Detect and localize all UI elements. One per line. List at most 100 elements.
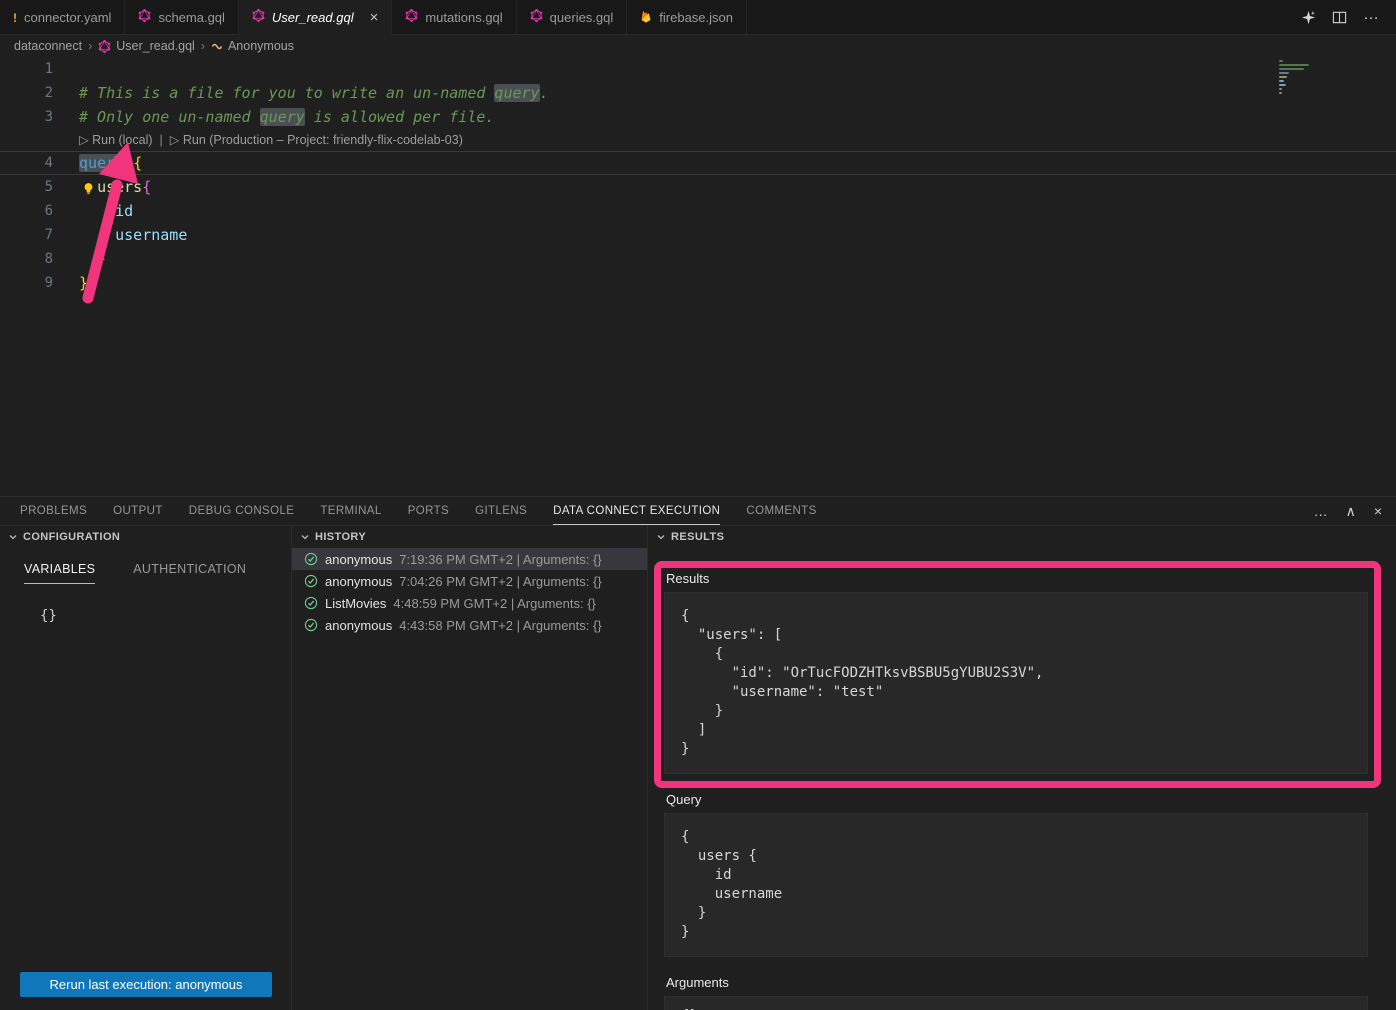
code-token — [124, 154, 133, 172]
code-token: query — [494, 84, 539, 102]
arguments-label: Arguments — [666, 975, 1396, 990]
line-content: # Only one un-named query is allowed per… — [79, 105, 494, 129]
panel-tab-terminal[interactable]: TERMINAL — [320, 497, 381, 525]
tab-label: schema.gql — [158, 10, 224, 25]
split-editor-icon[interactable] — [1332, 10, 1347, 25]
tab-queries-gql[interactable]: queries.gql — [517, 0, 628, 34]
tab-firebase-json[interactable]: firebase.json — [627, 0, 747, 34]
history-item-name: ListMovies — [325, 596, 386, 611]
codelens-run-local[interactable]: ▷ Run (local) — [79, 133, 153, 147]
rerun-button[interactable]: Rerun last execution: anonymous — [20, 972, 272, 997]
graphql-icon — [138, 9, 151, 25]
code-token: # Only one un-named — [79, 108, 260, 126]
lightbulb-icon[interactable] — [82, 179, 96, 193]
arguments-code-block[interactable]: {} — [664, 996, 1368, 1010]
results-title: RESULTS — [671, 531, 724, 543]
history-item-name: anonymous — [325, 574, 392, 589]
panel-tab-gitlens[interactable]: GITLENS — [475, 497, 527, 525]
panel-body: CONFIGURATION VARIABLES AUTHENTICATION {… — [0, 526, 1396, 1010]
variables-value[interactable]: {} — [40, 608, 291, 624]
panel-tab-comments[interactable]: COMMENTS — [746, 497, 816, 525]
configuration-section: CONFIGURATION VARIABLES AUTHENTICATION {… — [0, 526, 292, 1010]
history-item-meta: 4:43:58 PM GMT+2 | Arguments: {} — [399, 618, 601, 633]
minimap[interactable] — [1279, 60, 1317, 120]
breadcrumb-item-user-read-gql[interactable]: User_read.gql — [116, 39, 195, 53]
graphql-icon — [405, 9, 418, 25]
code-token — [79, 226, 115, 244]
history-item[interactable]: ListMovies 4:48:59 PM GMT+2 | Arguments: … — [292, 592, 647, 614]
panel-tab-debug-console[interactable]: DEBUG CONSOLE — [189, 497, 295, 525]
panel-tab-data-connect-execution[interactable]: DATA CONNECT EXECUTION — [553, 497, 720, 525]
more-actions-icon[interactable]: … — [1314, 503, 1328, 519]
copilot-sparkle-icon[interactable] — [1301, 10, 1316, 25]
line-content: query { — [79, 152, 142, 174]
history-item[interactable]: anonymous7:19:36 PM GMT+2 | Arguments: {… — [292, 548, 647, 570]
breadcrumb-separator: › — [200, 39, 206, 53]
code-token: id — [115, 202, 133, 220]
history-item[interactable]: anonymous 4:43:58 PM GMT+2 | Arguments: {… — [292, 614, 647, 636]
tab-user-read-gql[interactable]: User_read.gql× — [239, 0, 392, 35]
tab-mutations-gql[interactable]: mutations.gql — [392, 0, 516, 34]
tab-authentication[interactable]: AUTHENTICATION — [133, 562, 246, 584]
tab-variables[interactable]: VARIABLES — [24, 562, 95, 584]
code-token: } — [79, 274, 88, 292]
line-content: } — [79, 247, 106, 271]
chevron-down-icon — [8, 532, 18, 542]
editor-line-3[interactable]: 3# Only one un-named query is allowed pe… — [0, 105, 1396, 129]
panel-tab-ports[interactable]: PORTS — [408, 497, 449, 525]
codelens-separator: | — [160, 133, 163, 147]
close-icon[interactable]: × — [370, 9, 379, 26]
graphql-icon — [530, 9, 543, 25]
tab-schema-gql[interactable]: schema.gql — [125, 0, 238, 34]
history-item-name: anonymous — [325, 618, 392, 633]
tab-connector-yaml[interactable]: ! connector.yaml — [0, 0, 125, 34]
tab-label: connector.yaml — [24, 10, 111, 25]
breadcrumb: dataconnect › User_read.gql › Anonymous — [0, 35, 1396, 57]
graphql-icon — [252, 9, 265, 25]
line-number: 5 — [0, 175, 53, 199]
panel-actions: … ∧ × — [1314, 497, 1382, 525]
history-header[interactable]: HISTORY — [292, 526, 647, 548]
results-code-block[interactable]: { "users": [ { "id": "OrTucFODZHTksvBSBU… — [664, 592, 1368, 774]
chevron-down-icon — [656, 532, 666, 542]
code-editor[interactable]: 12# This is a file for you to write an u… — [0, 57, 1396, 497]
editor-line-5[interactable]: 5 users{ — [0, 175, 1396, 199]
results-header[interactable]: RESULTS — [648, 526, 1396, 548]
breadcrumb-item-anonymous[interactable]: Anonymous — [228, 39, 294, 53]
breadcrumb-item-dataconnect[interactable]: dataconnect — [14, 39, 82, 53]
editor-line-4[interactable]: 4query { — [0, 151, 1396, 175]
vscode-window: !connector.yamlschema.gqlUser_read.gql×m… — [0, 0, 1396, 1010]
check-circle-icon — [304, 574, 318, 588]
code-token: query — [79, 154, 124, 172]
history-item[interactable]: anonymous 7:04:26 PM GMT+2 | Arguments: {… — [292, 570, 647, 592]
configuration-header[interactable]: CONFIGURATION — [0, 526, 291, 548]
editor-line-6[interactable]: 6 id — [0, 199, 1396, 223]
history-item-meta: 7:04:26 PM GMT+2 | Arguments: {} — [399, 574, 601, 589]
editor-line-7[interactable]: 7 username — [0, 223, 1396, 247]
breadcrumb-separator: › — [87, 39, 93, 53]
panel-tab-problems[interactable]: PROBLEMS — [20, 497, 87, 525]
code-token: username — [115, 226, 187, 244]
editor-line-1[interactable]: 1 — [0, 57, 1396, 81]
warning-icon: ! — [13, 10, 17, 25]
results-section: RESULTS Results{ "users": [ { "id": "OrT… — [648, 526, 1396, 1010]
collapse-panel-icon[interactable]: ∧ — [1346, 503, 1356, 520]
codelens-run-production[interactable]: ▷ Run (Production – Project: friendly-fl… — [170, 133, 463, 147]
editor-line-2[interactable]: 2# This is a file for you to write an un… — [0, 81, 1396, 105]
tab-label: queries.gql — [550, 10, 614, 25]
line-number: 9 — [0, 271, 53, 295]
panel-tab-output[interactable]: OUTPUT — [113, 497, 163, 525]
history-item-meta: 4:48:59 PM GMT+2 | Arguments: {} — [393, 596, 595, 611]
editor-line-8[interactable]: 8 } — [0, 247, 1396, 271]
history-item-meta: 7:19:36 PM GMT+2 | Arguments: {} — [399, 552, 601, 567]
tab-label: mutations.gql — [425, 10, 502, 25]
more-actions-icon[interactable]: … — [1363, 8, 1380, 26]
query-code-block[interactable]: { users { id username } } — [664, 813, 1368, 957]
line-content: } — [79, 271, 88, 295]
line-number: 1 — [0, 57, 53, 81]
configuration-tabs: VARIABLES AUTHENTICATION — [24, 562, 291, 584]
line-number: 6 — [0, 199, 53, 223]
code-token: . — [540, 84, 549, 102]
close-panel-icon[interactable]: × — [1374, 503, 1382, 519]
editor-line-9[interactable]: 9} — [0, 271, 1396, 295]
